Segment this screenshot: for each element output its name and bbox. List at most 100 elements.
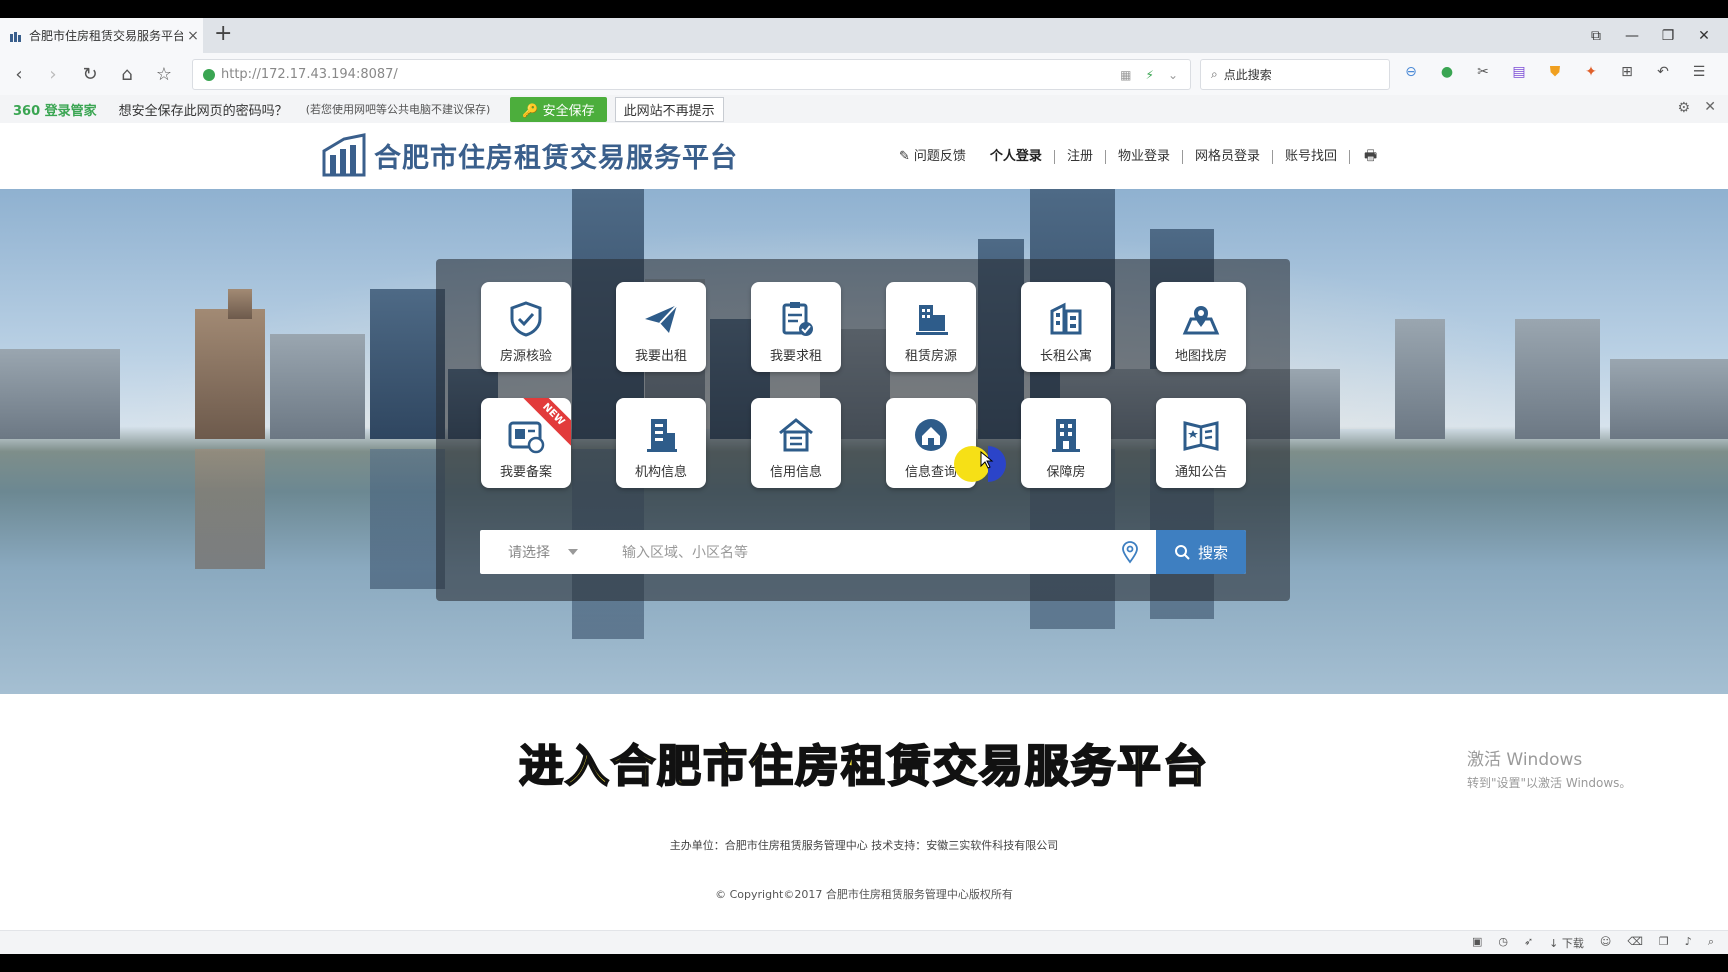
forward-icon[interactable]: › (40, 61, 66, 87)
wechat-icon[interactable]: ● (1436, 61, 1458, 83)
printer-icon[interactable]: 🖶 (1364, 145, 1377, 169)
site-logo[interactable]: 合肥市住房租赁交易服务平台 (322, 133, 738, 177)
account-recovery-link[interactable]: 账号找回 (1273, 150, 1350, 164)
extension-icon[interactable]: ⊖ (1400, 61, 1422, 83)
address-bar[interactable]: http://172.17.43.194:8087/ ▦ ⚡ ⌄ (192, 59, 1191, 90)
property-login-link[interactable]: 物业登录 (1106, 150, 1183, 164)
hero-banner: 房源核验 我要出租 我要求租 租赁房源 长租公寓 地图找房 NEW 我要备案 机… (0, 189, 1728, 694)
service-rent-out[interactable]: 我要出租 (616, 282, 706, 372)
cleanup-icon[interactable]: ⌫ (1627, 935, 1643, 951)
service-listing-verify[interactable]: 房源核验 (481, 282, 571, 372)
region-select[interactable]: 请选择 (480, 542, 608, 562)
apps-grid-icon[interactable]: ⊞ (1616, 61, 1638, 83)
service-map-search[interactable]: 地图找房 (1156, 282, 1246, 372)
back-icon[interactable]: ‹ (6, 61, 32, 87)
game-icon[interactable]: ✦ (1580, 61, 1602, 83)
reload-icon[interactable]: ↻ (77, 61, 103, 87)
site-favicon-icon (9, 29, 23, 43)
tab-close-icon[interactable]: × (183, 28, 203, 44)
security-shield-icon (203, 68, 215, 81)
notice-book-icon (1183, 421, 1219, 451)
search-icon: ⌕ (1211, 67, 1218, 81)
service-label: 长租公寓 (1039, 349, 1092, 364)
search-button[interactable]: 搜索 (1156, 530, 1246, 574)
menu-icon[interactable]: ☰ (1688, 61, 1710, 83)
keyword-input[interactable]: 输入区域、小区名等 (622, 542, 1118, 562)
caret-down-icon (568, 549, 578, 555)
service-seek-rent[interactable]: 我要求租 (751, 282, 841, 372)
address-actions: ▦ ⚡ ⌄ (1120, 68, 1190, 82)
house-doc-icon (779, 418, 813, 452)
register-link[interactable]: 注册 (1055, 150, 1106, 164)
scissors-icon[interactable]: ✂ (1472, 61, 1494, 83)
grid-login-link[interactable]: 网格员登录 (1183, 150, 1273, 164)
zoom-icon[interactable]: ⌕ (1708, 935, 1714, 951)
site-title: 合肥市住房租赁交易服务平台 (374, 142, 738, 174)
service-label: 租赁房源 (904, 349, 957, 364)
restore-icon[interactable]: ❐ (1650, 28, 1686, 44)
image-icon[interactable]: ▣ (1472, 935, 1482, 951)
pin-window-icon[interactable]: ⧉ (1578, 28, 1614, 44)
qr-icon[interactable]: ▦ (1120, 68, 1131, 82)
lightning-icon[interactable]: ⚡ (1146, 68, 1154, 82)
service-notices[interactable]: 通知公告 (1156, 398, 1246, 488)
browser-statusbar: ▣ ◷ ➶ ↓ 下载 ☺ ⌫ ❐ ♪ ⌕ (0, 930, 1728, 955)
window-icon[interactable]: ❐ (1659, 935, 1669, 951)
service-label: 房源核验 (499, 349, 552, 364)
service-label: 通知公告 (1174, 465, 1227, 480)
service-credit-info[interactable]: 信用信息 (751, 398, 841, 488)
top-nav: ✎ 问题反馈 个人登录 注册 物业登录 网格员登录 账号找回 🖶 (887, 145, 1377, 169)
bookmark-star-icon[interactable]: ☆ (151, 61, 177, 87)
windows-activation-watermark: 激活 Windows 转到"设置"以激活 Windows。 (1467, 745, 1631, 791)
browser-search-input[interactable]: ⌕ 点此搜索 (1200, 59, 1390, 90)
service-record-filing[interactable]: NEW 我要备案 (481, 398, 571, 488)
service-affordable-housing[interactable]: 保障房 (1021, 398, 1111, 488)
minimize-icon[interactable]: — (1614, 28, 1650, 44)
letterbox-bottom (0, 954, 1728, 972)
feedback-link[interactable]: ✎ 问题反馈 (887, 150, 978, 164)
address-url: http://172.17.43.194:8087/ (221, 67, 398, 82)
paper-plane-icon (645, 304, 678, 333)
house-search-icon (915, 419, 947, 451)
clipboard-check-icon (782, 302, 813, 336)
watermark-line1: 激活 Windows (1467, 750, 1583, 770)
record-icon (508, 421, 545, 454)
home-icon[interactable]: ⌂ (114, 61, 140, 87)
download-button[interactable]: ↓ 下载 (1549, 935, 1584, 951)
incognito-icon[interactable]: ☺ (1600, 935, 1611, 951)
close-icon[interactable]: ✕ (1704, 99, 1716, 115)
browser-tab[interactable]: 合肥市住房租赁交易服务平台_ × (0, 18, 203, 53)
service-agency-info[interactable]: 机构信息 (616, 398, 706, 488)
search-placeholder: 点此搜索 (1223, 68, 1272, 82)
gear-icon[interactable]: ⚙ (1677, 100, 1690, 116)
mouse-cursor-icon (980, 451, 994, 469)
secure-save-button[interactable]: 🔑 安全保存 (510, 96, 607, 122)
map-pin-icon (1182, 306, 1220, 335)
watermark-line2: 转到"设置"以激活 Windows。 (1467, 776, 1632, 790)
personal-login-link[interactable]: 个人登录 (978, 150, 1055, 164)
history-icon[interactable]: ◷ (1498, 935, 1508, 951)
office-building-icon (647, 419, 677, 452)
tower-icon (1052, 419, 1080, 452)
undo-icon[interactable]: ↶ (1652, 61, 1674, 83)
service-label: 我要求租 (769, 349, 822, 364)
service-rental-listings[interactable]: 租赁房源 (886, 282, 976, 372)
shield-guard-icon[interactable]: ⛊ (1544, 61, 1566, 83)
rocket-icon[interactable]: ➶ (1524, 935, 1533, 951)
footer-org: 主办单位：合肥市住房租赁服务管理中心 技术支持：安徽三实软件科技有限公司 (669, 839, 1059, 852)
save-password-question: 想安全保存此网页的密码吗？ (118, 103, 288, 119)
feedback-icon: ✎ (899, 149, 910, 164)
location-pin-icon[interactable] (1118, 540, 1142, 564)
chevron-down-icon[interactable]: ⌄ (1168, 68, 1178, 82)
service-label: 机构信息 (634, 465, 687, 480)
service-label: 信息查询 (904, 465, 957, 480)
never-prompt-button[interactable]: 此网站不再提示 (614, 96, 724, 122)
service-long-term-apartment[interactable]: 长租公寓 (1021, 282, 1111, 372)
shield-check-icon (510, 301, 542, 337)
window-close-icon[interactable]: ✕ (1686, 28, 1722, 44)
notes-icon[interactable]: ▤ (1508, 61, 1530, 83)
buildings-icon (916, 305, 948, 335)
sound-icon[interactable]: ♪ (1685, 935, 1692, 951)
new-tab-button[interactable]: + (214, 21, 232, 46)
house-search-bar: 请选择 输入区域、小区名等 搜索 (480, 530, 1246, 574)
